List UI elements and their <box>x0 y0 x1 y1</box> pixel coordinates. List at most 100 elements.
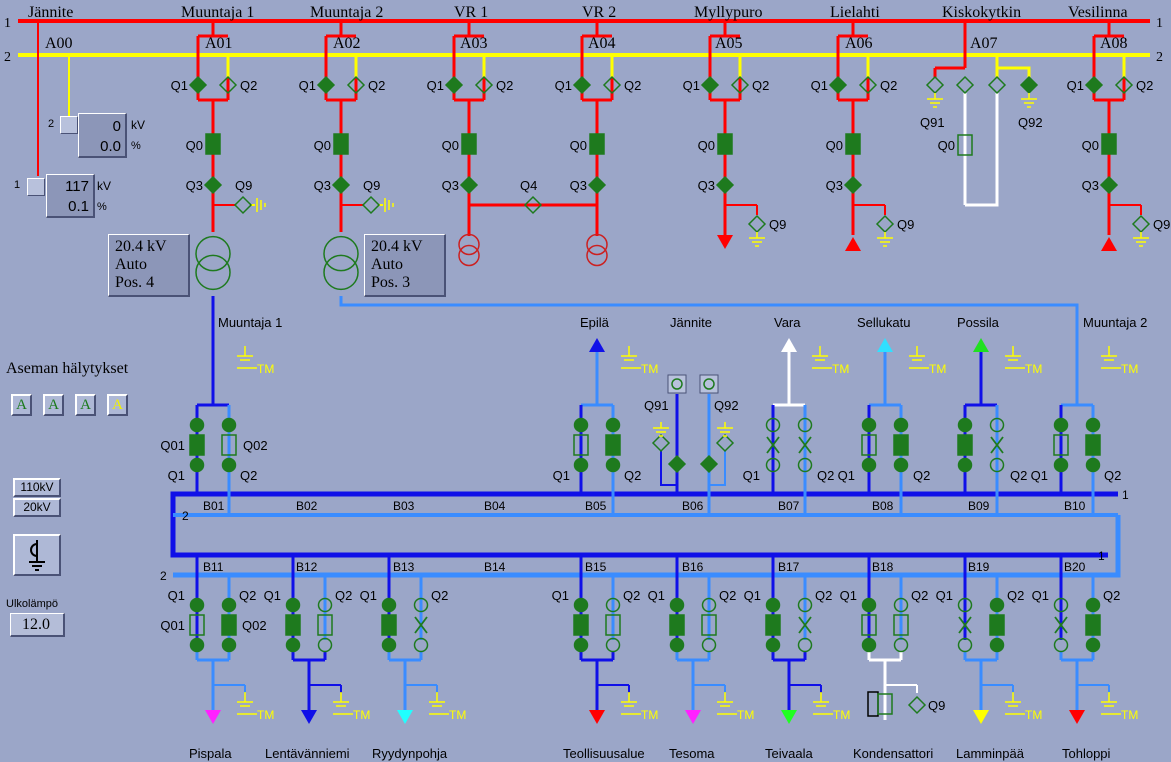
cart-switch-q2[interactable] <box>989 597 1005 613</box>
disconnector-q1[interactable] <box>444 75 464 95</box>
cart-switch-q1[interactable] <box>189 417 205 433</box>
disconnector-q1[interactable] <box>572 75 592 95</box>
transformer-2-info[interactable]: 20.4 kV Auto Pos. 3 <box>364 234 446 297</box>
power-transformer-2[interactable] <box>323 235 359 291</box>
earth-switch-q92[interactable] <box>1019 75 1039 95</box>
alarm-button-2[interactable]: A <box>43 394 64 416</box>
cart-switch[interactable] <box>221 637 237 653</box>
cart-switch-q1[interactable] <box>669 597 685 613</box>
cart-switch[interactable] <box>221 457 237 473</box>
earth-switch-q9[interactable] <box>361 195 381 215</box>
cart-switch-q2[interactable] <box>221 597 237 613</box>
breaker-closed[interactable] <box>1085 614 1101 636</box>
voltage-regulator-1[interactable] <box>458 233 480 267</box>
cart-switch-q1[interactable] <box>765 597 781 613</box>
disconnector-q1[interactable] <box>316 75 336 95</box>
cart-switch-q2[interactable] <box>605 417 621 433</box>
voltage-level-20kv-button[interactable]: 20kV <box>13 498 61 517</box>
cart-switch-q1[interactable] <box>861 597 877 613</box>
earth-switch[interactable] <box>651 433 671 453</box>
cart-switch[interactable] <box>1053 637 1069 653</box>
disconnector-q92[interactable] <box>699 454 719 474</box>
cart-switch[interactable] <box>989 637 1005 653</box>
disconnector-q3[interactable] <box>331 175 351 195</box>
voltage-tap-icon[interactable] <box>60 116 78 134</box>
cart-switch[interactable] <box>957 637 973 653</box>
breaker-closed[interactable] <box>189 434 205 456</box>
cart-switch[interactable] <box>605 457 621 473</box>
breaker-q0[interactable] <box>845 133 861 155</box>
breaker-closed[interactable] <box>765 614 781 636</box>
earth-switch-q9[interactable] <box>875 214 895 234</box>
cart-switch[interactable] <box>765 637 781 653</box>
earth-switch-q9[interactable] <box>747 214 767 234</box>
cart-switch[interactable] <box>317 637 333 653</box>
grounding-button[interactable] <box>13 534 61 576</box>
cart-switch[interactable] <box>797 637 813 653</box>
cart-switch[interactable] <box>285 637 301 653</box>
breaker-q01[interactable] <box>957 434 973 456</box>
voltage-level-110kv-button[interactable]: 110kV <box>13 478 61 497</box>
cart-switch-q1[interactable] <box>189 597 205 613</box>
cart-switch[interactable] <box>1085 457 1101 473</box>
cart-switch-q1[interactable] <box>285 597 301 613</box>
voltage-regulator-2[interactable] <box>586 233 608 267</box>
cart-switch-q2[interactable] <box>1085 597 1101 613</box>
cart-switch[interactable] <box>957 457 973 473</box>
cart-switch[interactable] <box>893 637 909 653</box>
breaker-closed[interactable] <box>285 614 301 636</box>
voltage-tap-icon[interactable] <box>27 178 45 196</box>
earth-switch-q9[interactable] <box>1131 214 1151 234</box>
breaker-closed[interactable] <box>605 434 621 456</box>
disconnector-q2[interactable] <box>987 75 1007 95</box>
cart-switch[interactable] <box>573 637 589 653</box>
transformer-1-info[interactable]: 20.4 kV Auto Pos. 4 <box>108 234 190 297</box>
cart-switch[interactable] <box>381 637 397 653</box>
cart-switch[interactable] <box>573 457 589 473</box>
voltage-transformer-icon[interactable] <box>699 374 719 394</box>
cart-switch[interactable] <box>669 637 685 653</box>
disconnector-q3[interactable] <box>715 175 735 195</box>
breaker-closed[interactable] <box>893 434 909 456</box>
power-transformer-1[interactable] <box>195 235 231 291</box>
alarm-button-3[interactable]: A <box>75 394 96 416</box>
breaker-closed[interactable] <box>669 614 685 636</box>
voltage-transformer-icon[interactable] <box>667 374 687 394</box>
disconnector-q1[interactable] <box>955 75 975 95</box>
breaker-q0[interactable] <box>717 133 733 155</box>
cart-switch[interactable] <box>893 457 909 473</box>
earth-switch-q91[interactable] <box>925 75 945 95</box>
disconnector-q1[interactable] <box>700 75 720 95</box>
breaker-closed[interactable] <box>381 614 397 636</box>
cart-switch[interactable] <box>861 457 877 473</box>
cart-switch[interactable] <box>1085 637 1101 653</box>
cart-switch[interactable] <box>605 637 621 653</box>
alarm-button-4[interactable]: A <box>107 394 128 416</box>
cart-switch-q1[interactable] <box>1053 417 1069 433</box>
disconnector-q91[interactable] <box>667 454 687 474</box>
disconnector-q3[interactable] <box>587 175 607 195</box>
cart-switch[interactable] <box>701 637 717 653</box>
disconnector-q3[interactable] <box>203 175 223 195</box>
cart-switch-q2[interactable] <box>1085 417 1101 433</box>
disconnector-q3[interactable] <box>459 175 479 195</box>
disconnector-q3[interactable] <box>843 175 863 195</box>
earth-switch-q9[interactable] <box>233 195 253 215</box>
breaker-q0[interactable] <box>205 133 221 155</box>
cart-switch[interactable] <box>861 637 877 653</box>
breaker-closed[interactable] <box>573 614 589 636</box>
earth-switch-q9[interactable] <box>907 695 927 715</box>
alarm-button-1[interactable]: A <box>11 394 32 416</box>
breaker-q0[interactable] <box>1101 133 1117 155</box>
earth-switch[interactable] <box>715 433 735 453</box>
cart-switch-q2[interactable] <box>221 417 237 433</box>
disconnector-q1[interactable] <box>188 75 208 95</box>
cart-switch[interactable] <box>413 637 429 653</box>
breaker-q0[interactable] <box>333 133 349 155</box>
breaker-q0[interactable] <box>461 133 477 155</box>
breaker-closed[interactable] <box>221 614 237 636</box>
cart-switch-q1[interactable] <box>573 417 589 433</box>
cart-switch-q2[interactable] <box>893 417 909 433</box>
cart-switch-q1[interactable] <box>573 597 589 613</box>
cart-switch[interactable] <box>189 457 205 473</box>
